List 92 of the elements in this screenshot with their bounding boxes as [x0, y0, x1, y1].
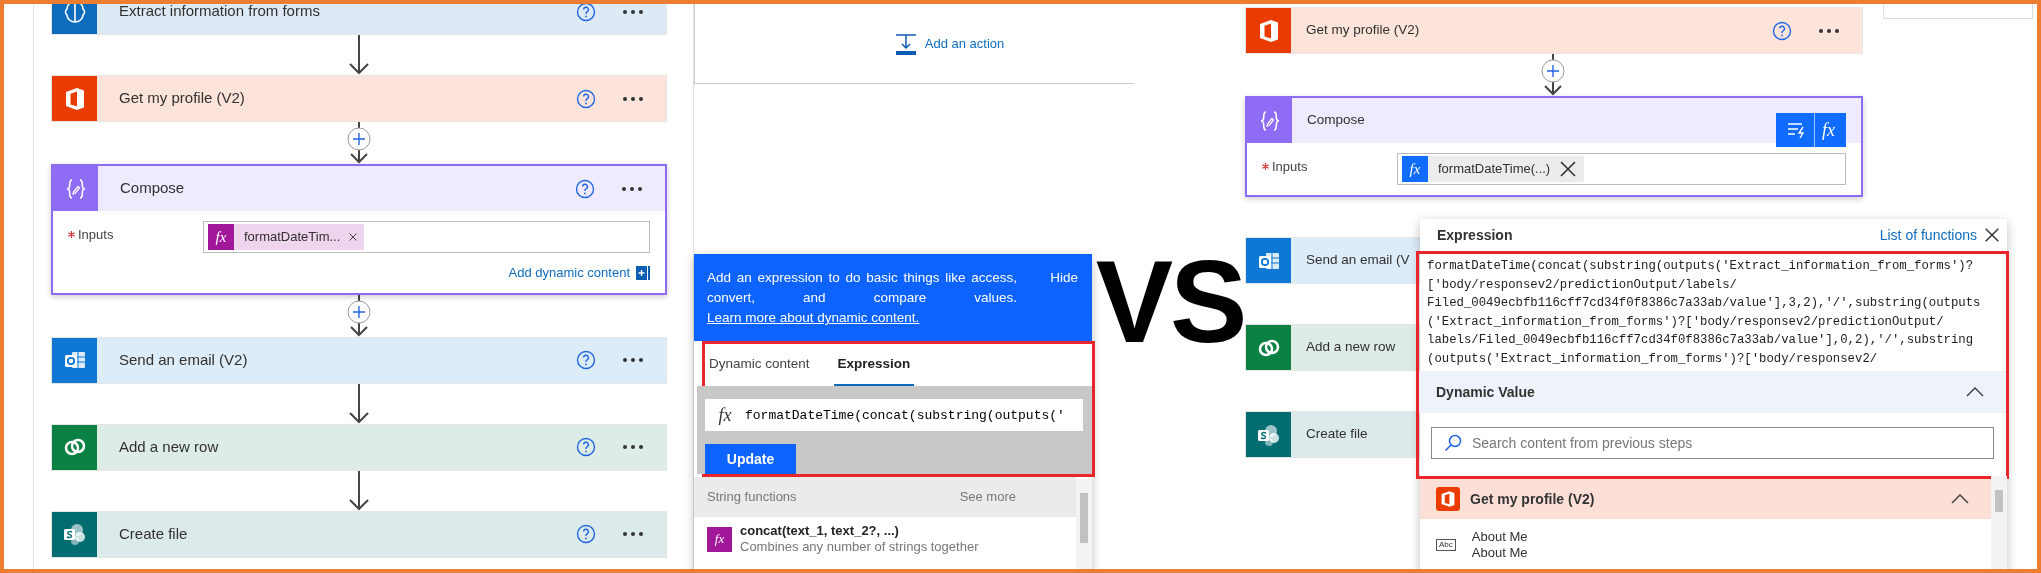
function-icon: fx [705, 401, 745, 429]
item-description: About Me [1471, 545, 1528, 561]
item-name: About Me [1471, 529, 1528, 545]
action-card[interactable]: Create file [1245, 411, 1422, 458]
search-icon [1444, 434, 1462, 452]
help-icon[interactable] [576, 4, 596, 22]
add-step-button[interactable] [1541, 59, 1565, 83]
add-action-icon[interactable] [894, 32, 917, 55]
action-title: Add a new row [1306, 338, 1396, 357]
more-icon[interactable] [622, 95, 644, 102]
action-title: Compose [120, 178, 185, 199]
action-card[interactable]: Compose Inputs fx formatDateTim... Add dynamic content [51, 164, 667, 295]
action-card[interactable]: Get my profile (V2) [1245, 7, 1863, 54]
help-icon[interactable] [576, 437, 596, 457]
chevron-icon[interactable] [1951, 494, 1969, 504]
action-title: Send an email (V [1306, 251, 1410, 270]
token-label: formatDateTime(...) [1437, 160, 1552, 179]
action-title: Compose [1307, 111, 1365, 130]
function-item[interactable]: fx concat(text_1, text_2?, ...) Combines any number of strings together [694, 517, 1076, 561]
see-more-link[interactable]: See more [959, 487, 1016, 507]
add-step-button[interactable] [347, 127, 371, 151]
help-icon[interactable] [575, 178, 595, 199]
update-button[interactable]: Update [705, 444, 796, 474]
expression-token[interactable]: fx formatDateTim... [208, 224, 365, 250]
action-card[interactable]: Get my profile (V2) [51, 75, 667, 122]
text-type-icon: Abc [1436, 539, 1456, 551]
action-title: Create file [119, 523, 188, 544]
scrollbar[interactable] [1991, 476, 2007, 569]
add-step-button[interactable] [347, 300, 371, 323]
group-header[interactable]: Get my profile (V2) [1420, 479, 1991, 519]
help-icon[interactable] [576, 524, 596, 544]
action-card[interactable]: Send an email (V [1245, 237, 1422, 284]
hide-button[interactable]: Hide [1050, 268, 1078, 289]
field-label: Inputs [78, 226, 114, 244]
dynamic-value-item[interactable]: Abc About Me About Me [1420, 519, 1991, 569]
close-icon[interactable] [1983, 226, 2001, 244]
scrollbar[interactable] [1076, 479, 1092, 569]
more-icon[interactable] [622, 444, 644, 450]
connector-arrow [348, 470, 370, 511]
inputs-field[interactable]: fx formatDateTime(...) [1397, 153, 1846, 185]
more-icon[interactable] [1818, 27, 1840, 34]
action-card[interactable]: Add a new row [1245, 324, 1422, 371]
expression-box[interactable]: fx formatDateTime(concat(substring(outputs(' [705, 399, 1083, 431]
action-title: Add a new row [119, 436, 219, 457]
help-icon[interactable] [576, 88, 596, 109]
action-title: Get my profile (V2) [119, 88, 245, 109]
action-title: Extract information from forms [119, 4, 320, 22]
connector-arrow [348, 35, 370, 75]
info-text: Add an expression to do basic things like access, convert, and compare values. Learn more about dynamic content. [707, 269, 1017, 327]
action-title: Send an email (V2) [119, 349, 248, 370]
function-description: Combines any number of strings together [740, 539, 979, 555]
function-icon: fx [208, 224, 234, 250]
token-label: formatDateTim... [243, 228, 342, 247]
action-title: Get my profile (V2) [1306, 21, 1420, 40]
action-card[interactable]: Extract information from forms [51, 4, 667, 35]
chevron-icon[interactable] [1966, 387, 1984, 397]
expression-field[interactable]: formatDateTime(concat(substring(outputs(' [745, 399, 1083, 431]
action-title: Create file [1306, 425, 1368, 444]
help-icon[interactable] [576, 350, 596, 370]
versus-label: VS [1095, 244, 1245, 360]
inputs-field[interactable]: fx formatDateTim... [203, 221, 650, 253]
close-icon[interactable] [348, 232, 359, 242]
section-title: String functions [707, 488, 797, 507]
action-card[interactable]: Create file [51, 510, 667, 558]
section-header[interactable]: Dynamic Value [1419, 371, 2006, 413]
function-name: concat(text_1, text_2?, ...) [740, 523, 900, 539]
more-icon[interactable] [622, 357, 644, 363]
add-action-link[interactable]: Add an action [924, 33, 1005, 54]
expression-editor[interactable]: formatDateTime(concat(substring(outputs('Extract_information_from_forms')? ['body/responsev2/predictionOutput/labels/ Filed_0049ecbfb116cff7cd34f0f8386c7a33ab/value'],3,2),'/',substring(outputs ('Extract_information_from_forms')?['body/responsev2/predictionOutput/ labels/Filed_0049ecbfb116cff7cd34f0f8386c7a33ab/value'],0,2),'/',substring (outputs('Extract_information_from_forms')?['body/responsev2/ [1419, 254, 2006, 371]
action-card[interactable]: Add a new row [51, 423, 667, 471]
section-title: Dynamic Value [1436, 382, 1535, 402]
more-icon[interactable] [621, 185, 643, 192]
field-label: Inputs [1272, 158, 1308, 176]
function-icon: fx [1402, 156, 1428, 182]
group-title: Get my profile (V2) [1470, 489, 1595, 509]
close-icon[interactable] [1558, 159, 1579, 179]
add-dynamic-content-link[interactable]: Add dynamic content [508, 263, 630, 283]
lightning-list-icon [1787, 121, 1807, 139]
expression-token[interactable]: fx formatDateTime(...) [1402, 156, 1585, 182]
add-icon[interactable] [636, 265, 650, 280]
learn-more-link[interactable]: Learn more about dynamic content. [707, 310, 920, 325]
list-of-functions-link[interactable]: List of functions [1879, 224, 1977, 246]
connector-arrow [348, 383, 370, 424]
panel-title: Expression [1437, 225, 1513, 245]
more-icon[interactable] [622, 8, 644, 15]
expression-button[interactable]: fx [1814, 113, 1842, 147]
action-card[interactable]: Send an email (V2) [51, 336, 667, 384]
help-icon[interactable] [1772, 20, 1792, 41]
function-icon: fx [707, 526, 732, 552]
more-icon[interactable] [622, 531, 644, 537]
action-card[interactable]: Compose Inputs fx formatDateTime(...) fx [1245, 96, 1863, 197]
tab[interactable]: Dynamic content [705, 344, 814, 386]
